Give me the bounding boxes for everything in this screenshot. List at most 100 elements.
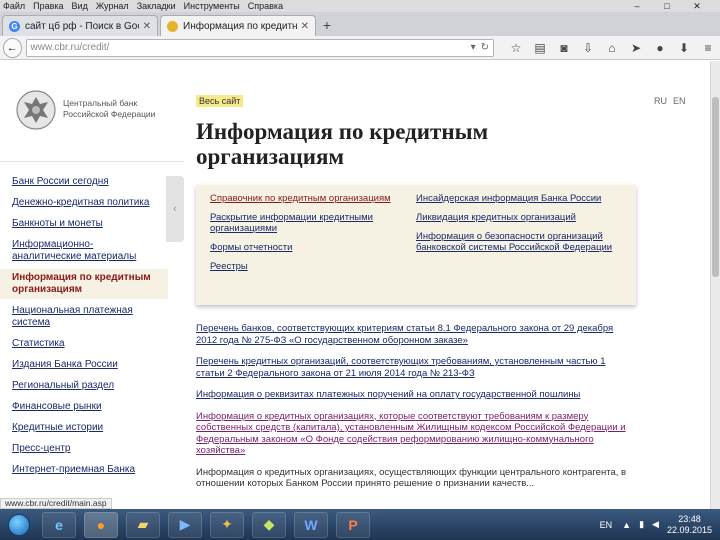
sidebar-item-regional[interactable]: Региональный раздел bbox=[0, 377, 168, 395]
clock-date: 22.09.2015 bbox=[666, 524, 712, 535]
vertical-scrollbar[interactable] bbox=[710, 61, 720, 509]
internet-explorer-icon: e bbox=[55, 516, 63, 533]
google-icon: G bbox=[9, 20, 20, 32]
content-link-defense-order[interactable]: Перечень банков, соответствующих критери… bbox=[196, 323, 636, 346]
status-bar-url: www.cbr.ru/credit/main.asp bbox=[0, 498, 112, 509]
close-tab-icon[interactable]: ✕ bbox=[143, 21, 151, 32]
chevron-left-icon: ‹ bbox=[173, 203, 177, 215]
window-controls: – □ ✕ bbox=[626, 0, 716, 12]
powerpoint-icon: P bbox=[348, 516, 358, 533]
tab-credit-info[interactable]: Информация по кредитны... ✕ bbox=[160, 15, 316, 36]
sidebar-item-today[interactable]: Банк России сегодня bbox=[0, 173, 168, 191]
media-taskbar-button[interactable]: ▶ bbox=[168, 511, 202, 538]
volume-icon[interactable]: ◀ bbox=[652, 519, 659, 530]
bookmark-star-icon[interactable]: ☆ bbox=[504, 41, 528, 55]
windows-logo-icon bbox=[8, 513, 30, 536]
folder-icon: ▰ bbox=[137, 516, 149, 532]
close-window-icon[interactable]: ✕ bbox=[686, 0, 708, 12]
language-indicator[interactable]: EN bbox=[600, 520, 613, 530]
maximize-icon[interactable]: □ bbox=[656, 0, 678, 12]
start-button[interactable] bbox=[4, 511, 34, 539]
firefox-icon: ● bbox=[96, 516, 106, 533]
cbr-logo[interactable]: Центральный банк Российской Федерации bbox=[14, 88, 173, 132]
app-icon: ✦ bbox=[221, 516, 233, 532]
reload-icon[interactable]: ↻ bbox=[481, 42, 489, 53]
sidebar-item-credit-histories[interactable]: Кредитные истории bbox=[0, 419, 168, 437]
download-icon[interactable]: ⇩ bbox=[576, 41, 600, 55]
menu-tools[interactable]: Инструменты bbox=[184, 1, 240, 11]
tab-strip: G сайт цб рф - Поиск в Goo... ✕ Информац… bbox=[0, 12, 720, 36]
firefox-taskbar-button[interactable]: ● bbox=[84, 511, 118, 538]
utility-icon: ◆ bbox=[263, 516, 275, 532]
back-button[interactable]: ← bbox=[3, 37, 22, 58]
menu-file[interactable]: Файл bbox=[3, 1, 25, 11]
sidebar-collapse-button[interactable]: ‹ bbox=[166, 176, 184, 242]
menu-bookmarks[interactable]: Закладки bbox=[137, 1, 176, 11]
url-text: www.cbr.ru/credit/ bbox=[30, 42, 110, 53]
content-link-credit-list[interactable]: Перечень кредитных организаций, соответс… bbox=[196, 356, 636, 379]
cbr-favicon-icon bbox=[167, 20, 178, 32]
toolbar-icons: ☆ ▤ ◙ ⇩ ⌂ ➤ ● ⬇ ≡ bbox=[504, 41, 720, 55]
panel-link-disclosure[interactable]: Раскрытие информации кредитными организа… bbox=[210, 212, 410, 234]
content-text-central-counterparty: Информация о кредитных организациях, осу… bbox=[196, 466, 627, 490]
tab-title: сайт цб рф - Поиск в Goo... bbox=[25, 20, 139, 32]
minimize-icon[interactable]: – bbox=[626, 0, 648, 12]
utility-taskbar-button[interactable]: ◆ bbox=[252, 511, 286, 538]
sidebar-item-markets[interactable]: Финансовые рынки bbox=[0, 398, 168, 416]
ie-taskbar-button[interactable]: e bbox=[42, 511, 76, 538]
show-hidden-icons-icon[interactable]: ▲ bbox=[622, 520, 631, 530]
arrow-left-icon: ← bbox=[6, 41, 18, 54]
sidebar: Банк России сегодня Денежно-кредитная по… bbox=[0, 173, 168, 482]
sidebar-item-press[interactable]: Пресс-центр bbox=[0, 440, 168, 458]
panel-link-liquidation[interactable]: Ликвидация кредитных организаций bbox=[416, 212, 616, 223]
panel-link-security[interactable]: Информация о безопасности организаций ба… bbox=[416, 231, 616, 253]
sidebar-item-credit-info[interactable]: Информация по кредитным организациям bbox=[0, 269, 168, 299]
content-link-housing-fund[interactable]: Информация о кредитных организациях, кот… bbox=[196, 411, 636, 457]
home-icon[interactable]: ⌂ bbox=[600, 41, 624, 55]
app-taskbar-button[interactable]: ✦ bbox=[210, 511, 244, 538]
logo-text: Центральный банк Российской Федерации bbox=[63, 98, 156, 119]
menu-icon[interactable]: ≡ bbox=[696, 41, 720, 55]
sidebar-item-publications[interactable]: Издания Банка России bbox=[0, 356, 168, 374]
close-tab-icon[interactable]: ✕ bbox=[301, 21, 309, 32]
sidebar-item-statistics[interactable]: Статистика bbox=[0, 335, 168, 353]
sidebar-item-payment-system[interactable]: Национальная платежная система bbox=[0, 302, 168, 332]
panel-link-reporting-forms[interactable]: Формы отчетности bbox=[210, 242, 410, 253]
panel-link-insider[interactable]: Инсайдерская информация Банка России bbox=[416, 193, 616, 204]
menu-help[interactable]: Справка bbox=[248, 1, 283, 11]
sidebar-item-monetary-policy[interactable]: Денежно-кредитная политика bbox=[0, 194, 168, 212]
menu-view[interactable]: Вид bbox=[72, 1, 88, 11]
share-icon[interactable]: ➤ bbox=[624, 41, 648, 55]
addon-download-icon[interactable]: ⬇ bbox=[672, 41, 696, 55]
dropdown-icon[interactable]: ▾ bbox=[471, 42, 476, 53]
chat-icon[interactable]: ● bbox=[648, 41, 672, 55]
menu-history[interactable]: Журнал bbox=[96, 1, 129, 11]
reading-list-icon[interactable]: ▤ bbox=[528, 41, 552, 55]
all-site-link[interactable]: Весь сайт bbox=[196, 95, 244, 107]
lang-ru[interactable]: RU bbox=[654, 96, 667, 106]
clock-time: 23:48 bbox=[678, 513, 701, 524]
tab-search[interactable]: G сайт цб рф - Поиск в Goo... ✕ bbox=[2, 15, 158, 36]
sidebar-item-analytics[interactable]: Информационно-аналитические материалы bbox=[0, 236, 168, 266]
scrollbar-thumb[interactable] bbox=[712, 97, 719, 277]
lang-en[interactable]: EN bbox=[673, 96, 686, 106]
panel-link-directory[interactable]: Справочник по кредитным организациям bbox=[210, 193, 410, 204]
address-bar[interactable]: www.cbr.ru/credit/ ▾ ↻ bbox=[25, 38, 494, 57]
network-icon[interactable]: ▮ bbox=[639, 519, 644, 530]
menu-edit[interactable]: Правка bbox=[33, 1, 63, 11]
tab-title: Информация по кредитны... bbox=[183, 20, 297, 32]
clock[interactable]: 23:48 22.09.2015 bbox=[667, 514, 712, 536]
taskbar: e ● ▰ ▶ ✦ ◆ W P EN ▲ ▮ ◀ 23:48 22.09.201… bbox=[0, 509, 720, 540]
powerpoint-taskbar-button[interactable]: P bbox=[336, 511, 370, 538]
panel-link-registers[interactable]: Реестры bbox=[210, 261, 410, 272]
content-link-payment-details[interactable]: Информация о реквизитах платежных поруче… bbox=[196, 389, 636, 401]
new-tab-button[interactable]: + bbox=[318, 15, 336, 36]
sidebar-item-reception[interactable]: Интернет-приемная Банка bbox=[0, 461, 168, 479]
sidebar-item-banknotes[interactable]: Банкноты и монеты bbox=[0, 215, 168, 233]
system-tray: EN ▲ ▮ ◀ 23:48 22.09.2015 bbox=[600, 509, 712, 540]
panel-column-left: Справочник по кредитным организациям Рас… bbox=[210, 193, 410, 280]
pocket-icon[interactable]: ◙ bbox=[552, 41, 576, 55]
content-list: Перечень банков, соответствующих критери… bbox=[196, 323, 636, 500]
word-taskbar-button[interactable]: W bbox=[294, 511, 328, 538]
explorer-taskbar-button[interactable]: ▰ bbox=[126, 511, 160, 538]
